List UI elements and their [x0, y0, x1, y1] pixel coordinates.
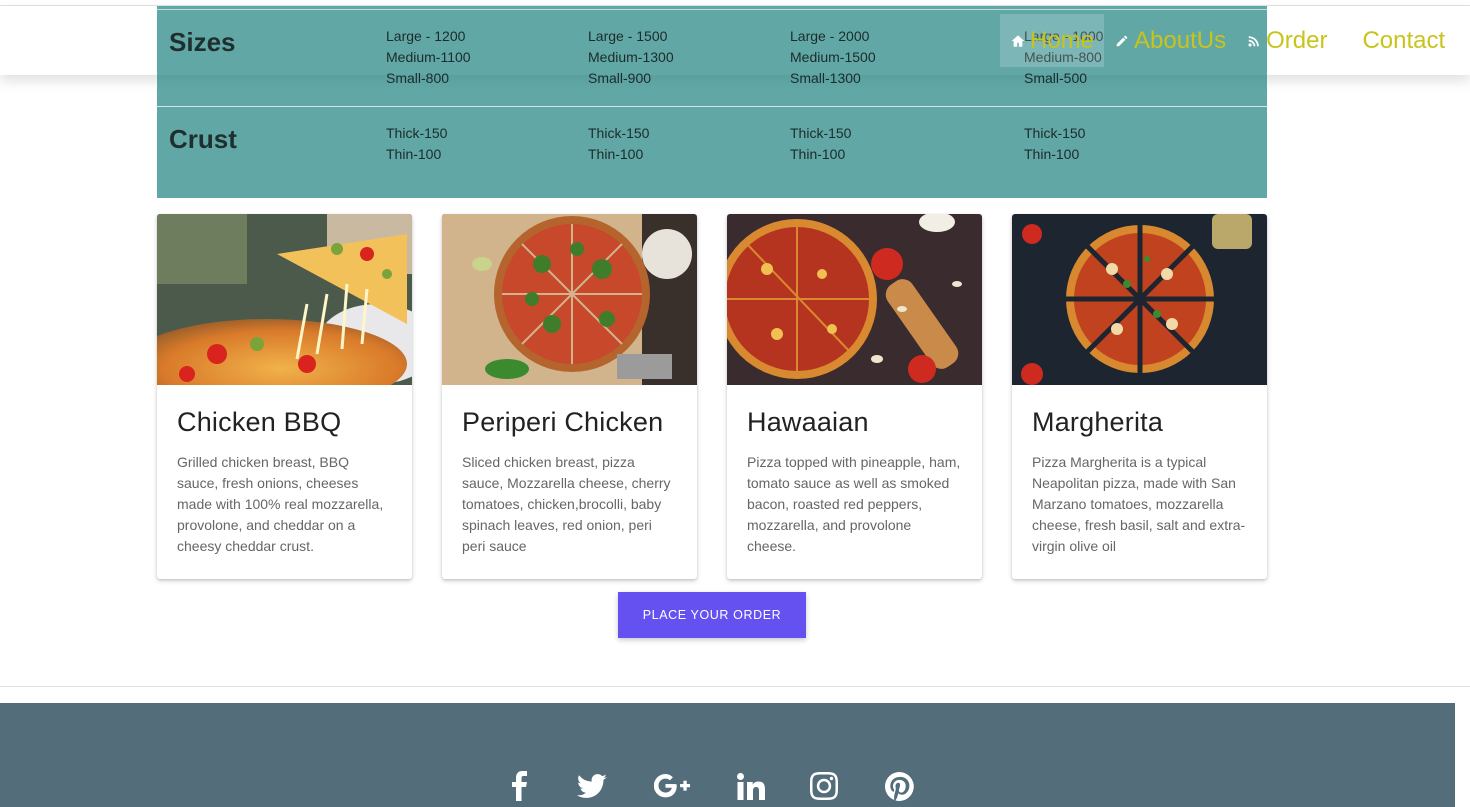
crust-cell: Thick-150 Thin-100	[1024, 125, 1086, 162]
pizza-image	[1012, 214, 1267, 385]
crust-cell: Thick-150 Thin-100	[588, 125, 650, 162]
card-title: Hawaaian	[747, 407, 869, 437]
pizza-image	[442, 214, 697, 385]
nav-home[interactable]: Home	[1000, 14, 1105, 67]
nav-aboutus[interactable]: AboutUs	[1104, 14, 1236, 67]
crust-heading: Crust	[169, 124, 237, 154]
crust-cell: Thick-150 Thin-100	[790, 125, 852, 162]
nav-order[interactable]: Order	[1236, 14, 1337, 67]
card-title: Chicken BBQ	[177, 407, 342, 437]
sizes-cell: Large - 1200 Medium-1100 Small-800	[386, 28, 471, 86]
sizes-heading: Sizes	[169, 27, 236, 57]
pizza-card-chicken-bbq: Chicken BBQ Grilled chicken breast, BBQ …	[157, 214, 412, 579]
nav-order-label: Order	[1266, 26, 1328, 54]
linkedin-icon[interactable]	[733, 768, 769, 804]
google-plus-icon[interactable]	[654, 768, 690, 804]
pizza-image	[727, 214, 982, 385]
instagram-icon[interactable]	[806, 768, 842, 804]
pizza-image	[157, 214, 412, 385]
card-description: Sliced chicken breast, pizza sauce, Mozz…	[462, 454, 671, 554]
crust-cell: Thick-150 Thin-100	[386, 125, 448, 162]
footer	[0, 703, 1455, 807]
rss-icon	[1246, 33, 1262, 49]
twitter-icon[interactable]	[574, 768, 610, 804]
home-icon	[1010, 33, 1026, 49]
pencil-icon	[1114, 33, 1130, 49]
nav-contact-label: Contact	[1362, 26, 1446, 54]
card-description: Pizza Margherita is a typical Neapolitan…	[1032, 454, 1246, 554]
nav-links: Home AboutUs Order Contact	[1000, 14, 1455, 67]
sizes-cell: Large - 2000 Medium-1500 Small-1300	[790, 28, 876, 86]
place-order-button[interactable]: PLACE YOUR ORDER	[618, 592, 806, 638]
nav-home-label: Home	[1030, 26, 1095, 54]
table-rule	[157, 9, 1267, 10]
pizza-card-hawaaian: Hawaaian Pizza topped with pineapple, ha…	[727, 214, 982, 579]
pizza-card-periperi-chicken: Periperi Chicken Sliced chicken breast, …	[442, 214, 697, 579]
card-title: Periperi Chicken	[462, 407, 664, 437]
sizes-cell: Large - 1500 Medium-1300 Small-900	[588, 28, 674, 86]
nav-contact[interactable]: Contact	[1337, 14, 1455, 67]
card-description: Grilled chicken breast, BBQ sauce, fresh…	[177, 454, 384, 554]
nav-aboutus-label: AboutUs	[1134, 26, 1227, 54]
pizza-card-margherita: Margherita Pizza Margherita is a typical…	[1012, 214, 1267, 579]
table-rule	[157, 106, 1267, 107]
card-description: Pizza topped with pineapple, ham, tomato…	[747, 454, 961, 554]
card-title: Margherita	[1032, 407, 1164, 437]
pinterest-icon[interactable]	[881, 768, 917, 804]
facebook-icon[interactable]	[502, 768, 538, 804]
footer-divider	[0, 686, 1470, 687]
